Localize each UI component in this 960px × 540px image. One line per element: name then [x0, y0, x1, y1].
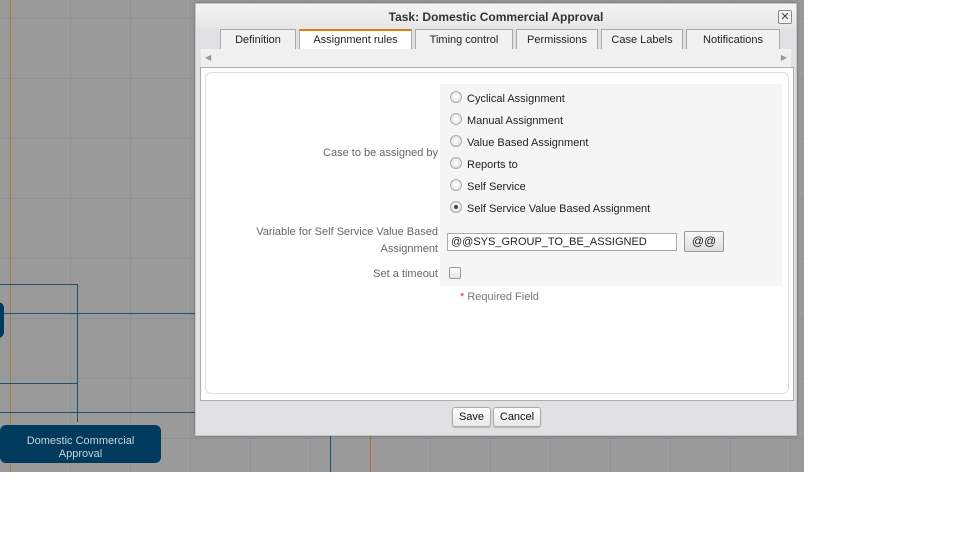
save-button[interactable]: Save: [452, 407, 491, 427]
radio-button[interactable]: [450, 91, 462, 103]
required-text: Required Field: [467, 291, 539, 303]
option-reports-to[interactable]: Reports to: [450, 157, 518, 171]
connector-line: [77, 284, 78, 422]
tab-bar: Definition Assignment rules Timing contr…: [220, 29, 780, 49]
dialog-title: Task: Domestic Commercial Approval: [196, 4, 796, 29]
option-value-based-assignment[interactable]: Value Based Assignment: [450, 135, 589, 149]
option-label: Self Service: [467, 181, 526, 193]
task-node[interactable]: [0, 302, 4, 338]
connector-line: [0, 383, 78, 384]
close-icon[interactable]: ✕: [778, 10, 792, 24]
tab-definition[interactable]: Definition: [220, 29, 296, 49]
tab-notifications[interactable]: Notifications: [686, 29, 780, 49]
case-assigned-label: Case to be assigned by: [323, 147, 438, 159]
assignment-form: Case to be assigned by Variable for Self…: [205, 72, 789, 394]
tab-panel: Case to be assigned by Variable for Self…: [200, 67, 794, 401]
connector-line: [0, 313, 195, 314]
required-field-note: * Required Field: [460, 291, 539, 303]
timeout-checkbox[interactable]: [449, 267, 461, 279]
radio-button[interactable]: [450, 179, 462, 191]
option-label: Cyclical Assignment: [467, 93, 565, 105]
task-node-domestic-commercial-approval[interactable]: Domestic Commercial Approval: [0, 425, 161, 463]
option-self-service[interactable]: Self Service: [450, 179, 526, 193]
option-self-service-value-based[interactable]: Self Service Value Based Assignment: [450, 201, 651, 215]
tab-timing-control[interactable]: Timing control: [415, 29, 513, 49]
required-star: *: [460, 291, 465, 303]
connector-line: [330, 436, 331, 472]
lane-divider: [370, 436, 371, 472]
tab-case-labels[interactable]: Case Labels: [601, 29, 683, 49]
option-label: Self Service Value Based Assignment: [467, 203, 651, 215]
option-label: Value Based Assignment: [467, 137, 589, 149]
variable-input[interactable]: @@SYS_GROUP_TO_BE_ASSIGNED: [447, 233, 677, 251]
scroll-right-icon[interactable]: ▶: [781, 53, 787, 62]
radio-button[interactable]: [450, 135, 462, 147]
assignment-options: Cyclical Assignment Manual Assignment Va…: [440, 84, 782, 286]
option-manual-assignment[interactable]: Manual Assignment: [450, 113, 563, 127]
radio-button[interactable]: [450, 113, 462, 125]
scroll-left-icon[interactable]: ◀: [205, 53, 211, 62]
timeout-label: Set a timeout: [373, 268, 438, 280]
tab-scroll-strip: ◀ ▶: [201, 49, 791, 67]
radio-button-selected[interactable]: [450, 201, 462, 213]
cancel-button[interactable]: Cancel: [493, 407, 541, 427]
tab-permissions[interactable]: Permissions: [516, 29, 598, 49]
variable-label: Variable for Self Service Value Based As…: [256, 226, 438, 255]
lane-divider: [10, 0, 11, 472]
option-label: Manual Assignment: [467, 115, 563, 127]
option-cyclical-assignment[interactable]: Cyclical Assignment: [450, 91, 565, 105]
node-label: Domestic Commercial Approval: [26, 435, 135, 460]
radio-button[interactable]: [450, 157, 462, 169]
task-dialog: Task: Domestic Commercial Approval ✕ Def…: [195, 3, 797, 436]
tab-assignment-rules[interactable]: Assignment rules: [299, 29, 412, 49]
connector-line: [0, 412, 195, 413]
connector-line: [0, 284, 78, 285]
option-label: Reports to: [467, 159, 518, 171]
variable-picker-button[interactable]: @@: [684, 231, 724, 252]
